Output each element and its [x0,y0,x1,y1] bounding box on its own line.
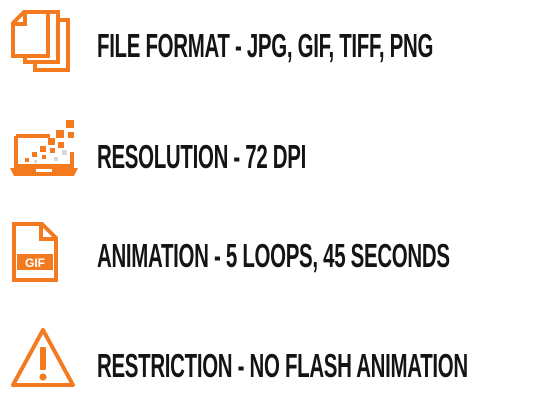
spec-label: FILE FORMAT - JPG, GIF, TIFF, PNG [97,27,434,64]
warning-icon [10,327,76,394]
laptop-pixels-icon [10,120,80,187]
files-icon [10,10,70,77]
spec-label: RESTRICTION - NO FLASH ANIMATION [97,347,468,384]
spec-label: ANIMATION - 5 LOOPS, 45 SECONDS [97,237,450,274]
spec-item-file-format: FILE FORMAT - JPG, GIF, TIFF, PNG [0,10,534,80]
gif-icon-text: GIF [25,256,45,270]
spec-label: RESOLUTION - 72 DPI [97,138,306,175]
spec-item-resolution: RESOLUTION - 72 DPI [0,118,534,188]
spec-item-animation: GIF ANIMATION - 5 LOOPS, 45 SECONDS [0,222,534,287]
gif-file-icon: GIF [10,222,60,289]
spec-item-restriction: RESTRICTION - NO FLASH ANIMATION [0,325,534,395]
